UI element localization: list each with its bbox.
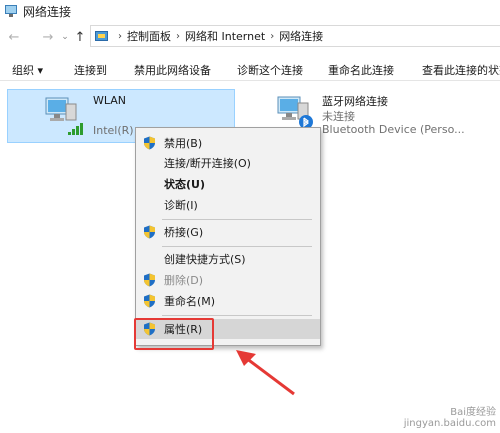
bluetooth-status: 未连接 — [322, 110, 355, 123]
control-panel-icon — [95, 29, 109, 43]
wlan-adapter-text: Intel(R) — [93, 124, 134, 137]
menu-item-label: 状态(U) — [164, 178, 205, 191]
breadcrumb-network-internet[interactable]: 网络和 Internet — [185, 28, 265, 44]
window-title: 网络连接 — [23, 4, 72, 19]
network-connections-icon — [4, 5, 18, 17]
menu-item-create-shortcut[interactable]: 创建快捷方式(S) — [136, 249, 320, 269]
menu-separator — [162, 219, 312, 220]
menu-item-diagnose[interactable]: 诊断(I) — [136, 195, 320, 215]
menu-item-status[interactable]: 状态(U) — [136, 174, 320, 194]
bluetooth-connection-name: 蓝牙网络连接 — [322, 95, 388, 108]
back-button[interactable]: ← — [6, 27, 22, 47]
menu-item-label: 创建快捷方式(S) — [164, 253, 246, 266]
organize-button[interactable]: 组织 ▾ — [12, 62, 43, 78]
wireless-adapter-icon — [45, 97, 83, 135]
connect-to-button[interactable]: 连接到 — [74, 62, 107, 78]
menu-item-label: 删除(D) — [164, 274, 204, 287]
menu-item-rename[interactable]: 重命名(M) — [136, 291, 320, 311]
rename-button[interactable]: 重命名此连接 — [328, 62, 394, 78]
command-bar: 组织 ▾ 连接到 禁用此网络设备 诊断这个连接 重命名此连接 查看此连接的状态 — [0, 57, 500, 81]
menu-item-disable[interactable]: 禁用(B) — [136, 133, 320, 153]
watermark: Bai度经验 jingyan.baidu.com — [404, 403, 496, 429]
diagnose-button[interactable]: 诊断这个连接 — [237, 62, 303, 78]
menu-item-label: 禁用(B) — [164, 137, 203, 150]
wlan-name: WLAN — [93, 94, 127, 107]
menu-item-bridge[interactable]: 桥接(G) — [136, 222, 320, 242]
bluetooth-device-text: Bluetooth Device (Perso... — [322, 123, 465, 136]
uac-shield-icon — [144, 225, 155, 239]
recent-locations-button[interactable]: ⌄ — [60, 27, 70, 47]
view-status-button[interactable]: 查看此连接的状态 — [422, 62, 500, 78]
menu-item-label: 诊断(I) — [164, 199, 198, 212]
menu-separator — [162, 246, 312, 247]
menu-item-label: 重命名(M) — [164, 295, 216, 308]
watermark-url: jingyan.baidu.com — [403, 418, 496, 429]
chevron-right-icon[interactable]: › — [118, 31, 122, 42]
menu-item-label: 桥接(G) — [164, 226, 204, 239]
annotation-arrow-icon — [236, 350, 295, 396]
menu-separator — [162, 315, 312, 316]
address-bar[interactable]: › 控制面板 › 网络和 Internet › 网络连接 — [90, 25, 500, 47]
menu-item-label: 连接/断开连接(O) — [164, 157, 251, 170]
annotation-highlight-box — [134, 318, 214, 350]
context-menu: 禁用(B) 连接/断开连接(O) 状态(U) 诊断(I) 桥接(G) 创建快捷方… — [135, 127, 321, 346]
menu-item-connect-disconnect[interactable]: 连接/断开连接(O) — [136, 153, 320, 173]
disable-device-button[interactable]: 禁用此网络设备 — [134, 62, 211, 78]
uac-shield-icon — [144, 273, 155, 287]
uac-shield-icon — [144, 294, 155, 308]
title-bar: 网络连接 — [0, 0, 500, 22]
up-button[interactable]: ↑ — [72, 27, 88, 47]
watermark-logo-text: Bai度经验 — [450, 407, 496, 418]
menu-item-delete[interactable]: 删除(D) — [136, 270, 320, 290]
chevron-right-icon[interactable]: › — [270, 31, 274, 42]
forward-button[interactable]: → — [40, 27, 56, 47]
uac-shield-icon — [144, 136, 155, 150]
chevron-right-icon[interactable]: › — [176, 31, 180, 42]
navigation-bar: ← → ⌄ ↑ › 控制面板 › 网络和 Internet › 网络连接 — [0, 24, 500, 50]
breadcrumb-control-panel[interactable]: 控制面板 — [127, 28, 171, 44]
breadcrumb-network-connections[interactable]: 网络连接 — [279, 28, 323, 44]
